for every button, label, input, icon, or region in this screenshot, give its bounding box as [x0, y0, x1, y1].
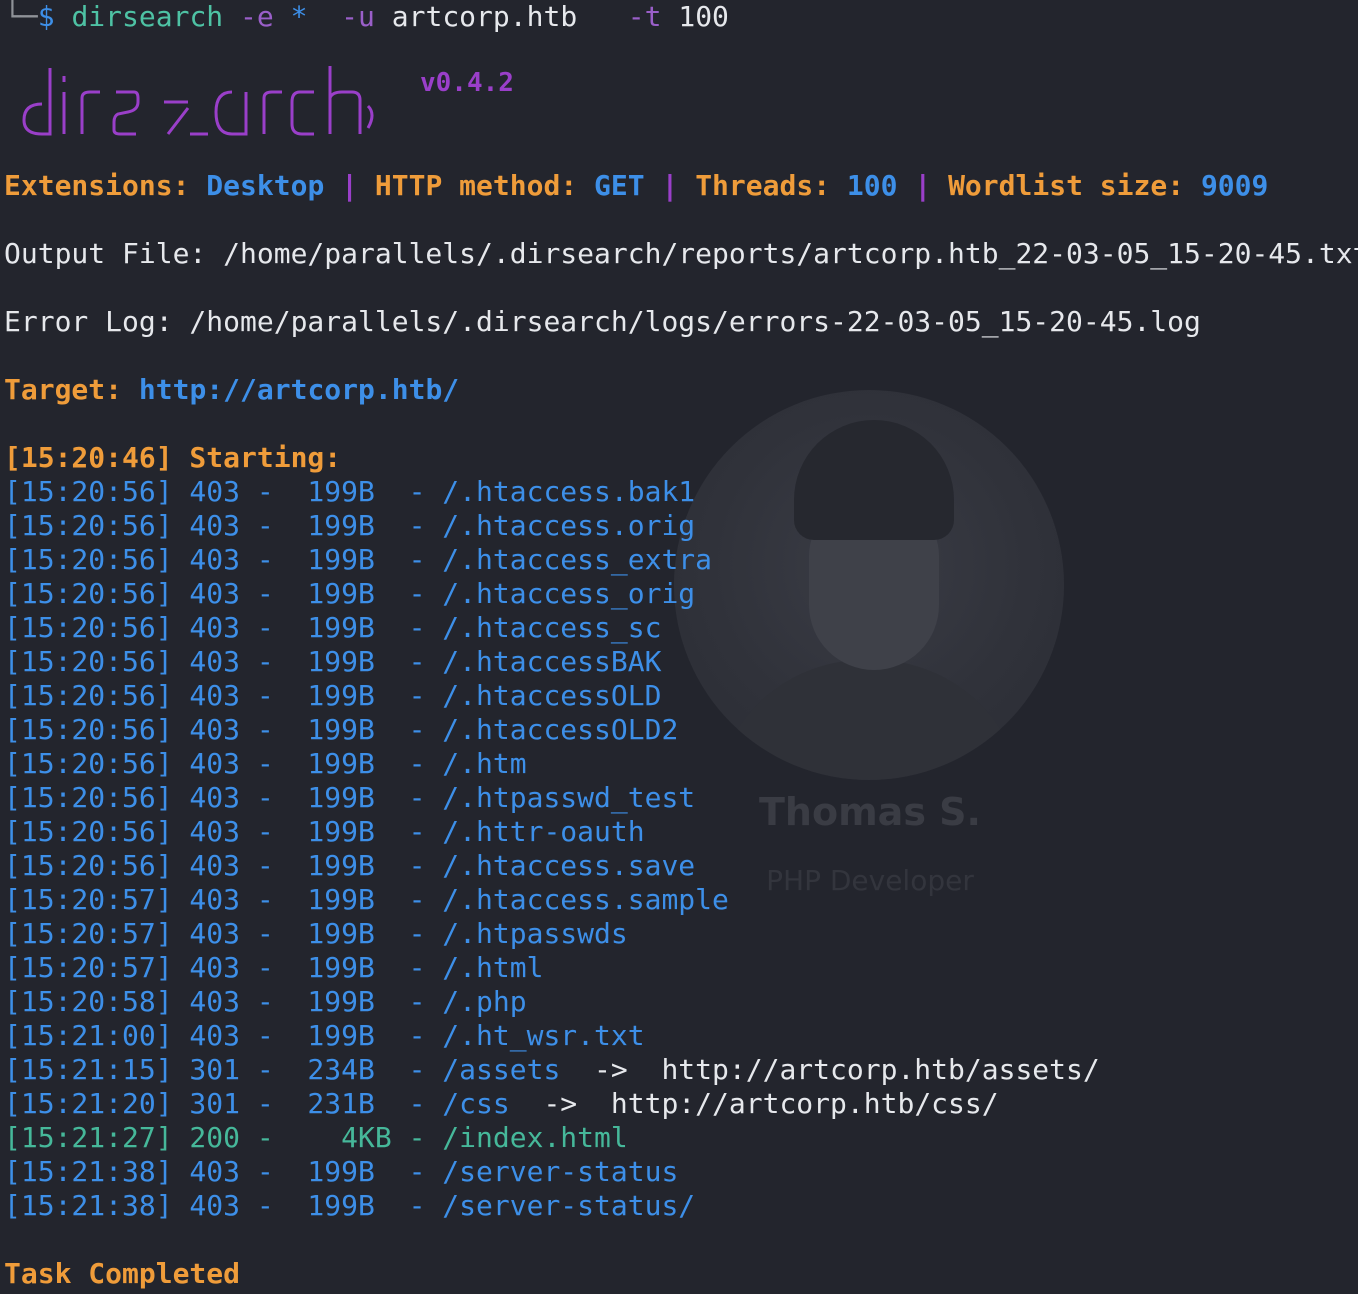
task-completed-line: Task Completed — [4, 1257, 241, 1290]
result-row: [15:20:56] 403 - 199B - /.htaccessBAK — [4, 645, 661, 679]
dirsearch-logo — [22, 66, 374, 136]
result-text: [15:21:15] 301 - 234B - /assets — [4, 1053, 561, 1086]
result-text: [15:20:56] 403 - 199B - /.htaccessBAK — [4, 645, 662, 678]
result-text: [15:20:57] 403 - 199B - /.htaccess.sampl… — [4, 883, 729, 916]
result-row: [15:21:00] 403 - 199B - /.ht_wsr.txt — [4, 1019, 645, 1053]
result-row: [15:21:20] 301 - 231B - /css -> http://a… — [4, 1087, 999, 1121]
version-label: v0.4.2 — [420, 68, 514, 98]
result-row: [15:20:56] 403 - 199B - /.htpasswd_test — [4, 781, 695, 815]
target-label: Target: — [4, 373, 123, 406]
threads-value: 100 — [846, 169, 898, 202]
result-text: [15:21:20] 301 - 231B - /css — [4, 1087, 510, 1120]
separator: | — [341, 169, 359, 202]
result-text: [15:20:56] 403 - 199B - /.htaccessOLD2 — [4, 713, 679, 746]
method-value: GET — [594, 169, 645, 202]
threads-arg: 100 — [678, 0, 729, 33]
result-text: [15:20:58] 403 - 199B - /.php — [4, 985, 527, 1018]
wordlist-label: Wordlist size: — [948, 169, 1185, 202]
result-row: [15:21:27] 200 - 4KB - /index.html — [4, 1121, 628, 1155]
prompt-corner: └─ — [4, 0, 38, 33]
result-row: [15:20:56] 403 - 199B - /.htaccess.orig — [4, 509, 695, 543]
result-row: [15:20:56] 403 - 199B - /.htaccess_orig — [4, 577, 695, 611]
flag-u: -u — [341, 0, 375, 33]
extension-wildcard: * — [290, 0, 308, 33]
result-row: [15:20:56] 403 - 199B - /.htaccess.bak1 — [4, 475, 695, 509]
extensions-label: Extensions: — [4, 169, 190, 202]
result-text: [15:21:00] 403 - 199B - /.ht_wsr.txt — [4, 1019, 645, 1052]
background-name: Thomas S. — [759, 790, 981, 834]
flag-e: -e — [240, 0, 274, 33]
result-row: [15:20:56] 403 - 199B - /.htaccess_extra — [4, 543, 712, 577]
result-text: [15:20:56] 403 - 199B - /.htaccess.save — [4, 849, 696, 882]
background-profile-card: Thomas S. PHP Developer — [660, 390, 1080, 930]
result-row: [15:20:56] 403 - 199B - /.htaccess_sc — [4, 611, 661, 645]
threads-label: Threads: — [695, 169, 831, 202]
extensions-value: Desktop — [206, 169, 325, 202]
target-host-arg: artcorp.htb — [391, 0, 578, 33]
background-avatar — [674, 390, 1064, 780]
config-line: Extensions: Desktop | HTTP method: GET |… — [4, 169, 1268, 203]
result-text: [15:21:38] 403 - 199B - /server-status — [4, 1155, 679, 1188]
command-program: dirsearch — [71, 0, 224, 33]
separator: | — [661, 169, 679, 202]
result-row: [15:20:57] 403 - 199B - /.html — [4, 951, 543, 985]
result-text: [15:20:56] 403 - 199B - /.htaccess_sc — [4, 611, 662, 644]
wordlist-value: 9009 — [1200, 169, 1269, 202]
result-text: [15:20:57] 403 - 199B - /.htpasswds — [4, 917, 628, 950]
result-text: [15:20:56] 403 - 199B - /.httr-oauth — [4, 815, 645, 848]
result-text: [15:20:56] 403 - 199B - /.htpasswd_test — [4, 781, 696, 814]
terminal-window[interactable]: Thomas S. PHP Developer └─$ dirsearch -e… — [0, 0, 1358, 1294]
method-label: HTTP method: — [374, 169, 578, 202]
output-file-line: Output File: /home/parallels/.dirsearch/… — [4, 237, 1358, 270]
result-row: [15:20:57] 403 - 199B - /.htaccess.sampl… — [4, 883, 729, 917]
command-line: └─$ dirsearch -e * -u artcorp.htb -t 100 — [4, 0, 729, 34]
flag-t: -t — [627, 0, 662, 33]
result-text: [15:20:56] 403 - 199B - /.htaccess_extra — [4, 543, 713, 576]
result-text: [15:21:38] 403 - 199B - /server-status/ — [4, 1189, 696, 1222]
result-row: [15:20:56] 403 - 199B - /.htm — [4, 747, 527, 781]
result-row: [15:20:56] 403 - 199B - /.htaccess.save — [4, 849, 695, 883]
error-log-line: Error Log: /home/parallels/.dirsearch/lo… — [4, 305, 1201, 338]
prompt-dollar: $ — [37, 0, 55, 33]
result-text: [15:20:56] 403 - 199B - /.htaccess.bak1 — [4, 475, 696, 508]
result-row: [15:21:38] 403 - 199B - /server-status/ — [4, 1189, 695, 1223]
result-row: [15:21:38] 403 - 199B - /server-status — [4, 1155, 678, 1189]
separator: | — [914, 169, 932, 202]
result-row: [15:20:57] 403 - 199B - /.htpasswds — [4, 917, 628, 951]
result-redirect: -> http://artcorp.htb/assets/ — [560, 1053, 1100, 1086]
result-text: [15:20:56] 403 - 199B - /.htaccess_orig — [4, 577, 696, 610]
result-row: [15:20:56] 403 - 199B - /.htaccessOLD — [4, 679, 661, 713]
result-redirect: -> http://artcorp.htb/css/ — [509, 1087, 999, 1120]
result-text: [15:20:56] 403 - 199B - /.htaccess.orig — [4, 509, 696, 542]
result-row: [15:20:56] 403 - 199B - /.httr-oauth — [4, 815, 645, 849]
result-text: [15:20:57] 403 - 199B - /.html — [4, 951, 544, 984]
result-text: [15:20:56] 403 - 199B - /.htm — [4, 747, 527, 780]
result-row: [15:21:15] 301 - 234B - /assets -> http:… — [4, 1053, 1100, 1087]
result-text: [15:20:56] 403 - 199B - /.htaccessOLD — [4, 679, 662, 712]
target-line: Target: http://artcorp.htb/ — [4, 373, 459, 407]
result-row: [15:20:58] 403 - 199B - /.php — [4, 985, 527, 1019]
target-url: http://artcorp.htb/ — [138, 373, 460, 406]
starting-line: [15:20:46] Starting: — [4, 441, 342, 474]
result-row: [15:20:56] 403 - 199B - /.htaccessOLD2 — [4, 713, 678, 747]
result-text: [15:21:27] 200 - 4KB - /index.html — [4, 1121, 628, 1154]
